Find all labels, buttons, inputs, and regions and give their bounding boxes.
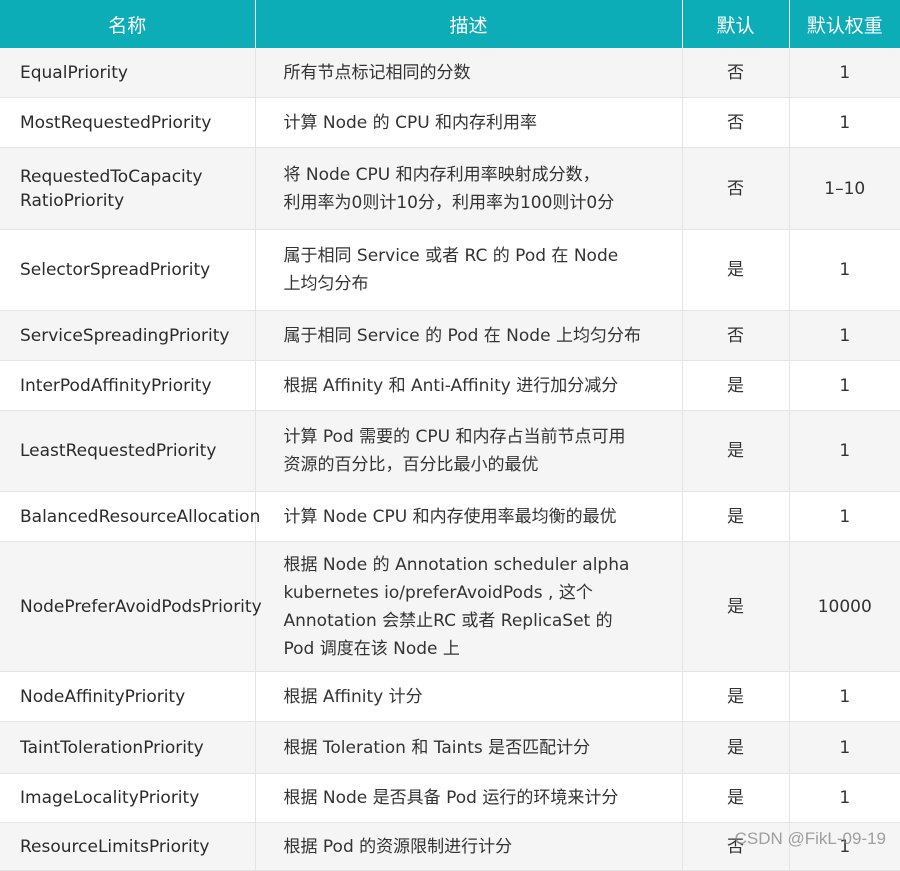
row-description-cell: 根据 Pod 的资源限制进行计分 (255, 822, 683, 871)
table-row: SelectorSpreadPriority 属于相同 Service 或者 RC… (0, 229, 900, 311)
row-default-cell: 否 (682, 310, 790, 361)
table-row: NodeAffinityPriority 根据 Affinity 计分是 1 (0, 671, 900, 722)
row-description-cell: 将 Node CPU 和内存利用率映射成分数， 利用率为0则计10分，利用率为10… (255, 147, 683, 230)
table-row: EqualPriority 所有节点标记相同的分数否 1 (0, 48, 900, 98)
row-description-cell: 根据 Node 是否具备 Pod 运行的环境来计分 (255, 773, 683, 823)
table-header: 名称 描述 默认 默认权重 (0, 0, 900, 48)
header-row: 名称 描述 默认 默认权重 (0, 0, 900, 48)
table-row: MostRequestedPriority 计算 Node 的 CPU 和内存利用… (0, 97, 900, 148)
row-default-cell: 是 (682, 773, 790, 823)
row-default-cell: 否 (682, 48, 790, 98)
row-weight-cell: 1 (789, 48, 900, 98)
header-default: 默认 (682, 0, 790, 48)
row-weight-cell: 1 (789, 721, 900, 774)
header-default-weight: 默认权重 (789, 0, 900, 48)
row-weight-cell: 1 (789, 491, 900, 542)
watermark: CSDN @FikL-09-19 (734, 829, 886, 848)
table-row: RequestedToCapacity RatioPriority 将 Node C… (0, 147, 900, 230)
row-name-cell: ResourceLimitsPriority (0, 822, 256, 871)
priority-table: 名称 描述 默认 默认权重 EqualPriority 所有节点标记相同的分数否 1… (0, 0, 900, 871)
row-description-cell: 根据 Affinity 计分 (255, 671, 683, 722)
row-name-cell: InterPodAffinityPriority (0, 360, 256, 411)
row-description-cell: 根据 Affinity 和 Anti-Affinity 进行加分减分 (255, 360, 683, 411)
row-weight-cell: 1 (789, 310, 900, 361)
row-weight-cell: 1–10 (789, 147, 900, 230)
row-default-cell: 是 (682, 410, 790, 492)
row-weight-cell: 1 (789, 410, 900, 492)
row-name-cell: LeastRequestedPriority (0, 410, 256, 492)
row-weight-cell: 1 (789, 229, 900, 311)
row-description-cell: 根据 Toleration 和 Taints 是否匹配计分 (255, 721, 683, 774)
row-description-cell: 计算 Pod 需要的 CPU 和内存占当前节点可用 资源的百分比，百分比最小的最优 (255, 410, 683, 492)
row-weight-cell: 1 (789, 773, 900, 823)
row-default-cell: 是 (682, 541, 790, 672)
row-default-cell: 是 (682, 229, 790, 311)
row-name-cell: TaintTolerationPriority (0, 721, 256, 774)
row-name-cell: NodeAffinityPriority (0, 671, 256, 722)
table-row: ImageLocalityPriority 根据 Node 是否具备 Pod 运行… (0, 773, 900, 823)
table-row: TaintTolerationPriority 根据 Toleration 和 T… (0, 721, 900, 774)
table-row: InterPodAffinityPriority 根据 Affinity 和 An… (0, 360, 900, 411)
row-description-cell: 根据 Node 的 Annotation scheduler alpha kube… (255, 541, 683, 672)
header-name: 名称 (0, 0, 256, 48)
row-name-cell: BalancedResourceAllocation (0, 491, 260, 542)
row-description-cell: 计算 Node 的 CPU 和内存利用率 (255, 97, 683, 148)
row-weight-cell: 10000 (789, 541, 900, 672)
table-row: LeastRequestedPriority 计算 Pod 需要的 CPU 和内存… (0, 410, 900, 492)
table-row: ServiceSpreadingPriority 属于相同 Service 的 P… (0, 310, 900, 361)
row-name-cell: ServiceSpreadingPriority (0, 310, 256, 361)
header-description: 描述 (255, 0, 683, 48)
row-name-cell: SelectorSpreadPriority (0, 229, 256, 311)
row-description-cell: 属于相同 Service 或者 RC 的 Pod 在 Node 上均匀分布 (255, 229, 683, 311)
table-body: EqualPriority 所有节点标记相同的分数否 1 MostRequestedP… (0, 48, 900, 871)
table-row: BalancedResourceAllocation 计算 Node CPU 和内… (0, 491, 900, 542)
row-default-cell: 否 (682, 97, 790, 148)
row-name-cell: EqualPriority (0, 48, 256, 98)
row-description-cell: 计算 Node CPU 和内存使用率最均衡的最优 (255, 491, 683, 542)
row-name-cell: RequestedToCapacity RatioPriority (0, 147, 256, 230)
row-default-cell: 是 (682, 491, 790, 542)
row-default-cell: 是 (682, 360, 790, 411)
row-weight-cell: 1 (789, 97, 900, 148)
row-name-cell: ImageLocalityPriority (0, 773, 256, 823)
row-default-cell: 是 (682, 721, 790, 774)
row-default-cell: 是 (682, 671, 790, 722)
row-name-cell: MostRequestedPriority (0, 97, 256, 148)
row-name-cell: NodePreferAvoidPodsPriority (0, 541, 262, 672)
row-description-cell: 所有节点标记相同的分数 (255, 48, 683, 98)
row-default-cell: 否 (682, 147, 790, 230)
row-weight-cell: 1 (789, 360, 900, 411)
row-description-cell: 属于相同 Service 的 Pod 在 Node 上均匀分布 (255, 310, 683, 361)
row-weight-cell: 1 (789, 671, 900, 722)
table-row: NodePreferAvoidPodsPriority 根据 Node 的 Ann… (0, 541, 900, 672)
